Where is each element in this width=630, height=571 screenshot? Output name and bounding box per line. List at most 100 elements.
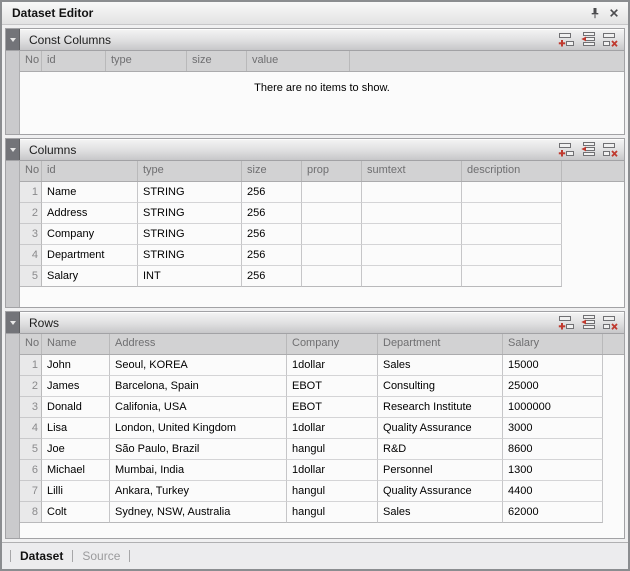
grid-cell[interactable]: Lilli: [42, 481, 110, 502]
grid-cell[interactable]: 15000: [503, 355, 603, 376]
grid-cell[interactable]: hangul: [287, 502, 378, 523]
grid-cell[interactable]: Michael: [42, 460, 110, 481]
grid-cell[interactable]: [362, 182, 462, 203]
row-number-cell[interactable]: 5: [20, 266, 42, 287]
grid-cell[interactable]: EBOT: [287, 397, 378, 418]
grid-cell[interactable]: 62000: [503, 502, 603, 523]
grid-cell[interactable]: Quality Assurance: [378, 481, 503, 502]
insert-row-icon[interactable]: [580, 32, 597, 47]
add-row-icon[interactable]: [558, 32, 575, 47]
delete-row-icon[interactable]: [602, 315, 619, 330]
grid-cell[interactable]: [462, 266, 562, 287]
grid-cell[interactable]: James: [42, 376, 110, 397]
grid-cell[interactable]: Joe: [42, 439, 110, 460]
grid-cell[interactable]: [462, 245, 562, 266]
grid-cell[interactable]: [302, 182, 362, 203]
grid-cell[interactable]: [462, 224, 562, 245]
grid-cell[interactable]: 256: [242, 182, 302, 203]
grid-cell[interactable]: John: [42, 355, 110, 376]
grid-cell[interactable]: Ankara, Turkey: [110, 481, 287, 502]
grid-cell[interactable]: Personnel: [378, 460, 503, 481]
grid-cell[interactable]: EBOT: [287, 376, 378, 397]
grid-cell[interactable]: Colt: [42, 502, 110, 523]
grid-cell[interactable]: [302, 224, 362, 245]
insert-row-icon[interactable]: [580, 142, 597, 157]
grid-cell[interactable]: [302, 203, 362, 224]
grid-cell[interactable]: Salary: [42, 266, 138, 287]
grid-cell[interactable]: Company: [42, 224, 138, 245]
insert-row-icon[interactable]: [580, 315, 597, 330]
grid-cell[interactable]: STRING: [138, 245, 242, 266]
row-number-cell[interactable]: 6: [20, 460, 42, 481]
grid-cell[interactable]: 8600: [503, 439, 603, 460]
grid-cell[interactable]: 256: [242, 245, 302, 266]
grid-cell[interactable]: [302, 266, 362, 287]
grid-cell[interactable]: 1000000: [503, 397, 603, 418]
row-number-cell[interactable]: 1: [20, 355, 42, 376]
grid-cell[interactable]: Barcelona, Spain: [110, 376, 287, 397]
grid-cell[interactable]: Donald: [42, 397, 110, 418]
add-row-icon[interactable]: [558, 315, 575, 330]
grid-cell[interactable]: Name: [42, 182, 138, 203]
grid-cell[interactable]: 256: [242, 203, 302, 224]
grid-cell[interactable]: [462, 182, 562, 203]
row-number-cell[interactable]: 4: [20, 245, 42, 266]
grid-cell[interactable]: 3000: [503, 418, 603, 439]
grid-cell[interactable]: R&D: [378, 439, 503, 460]
row-number-cell[interactable]: 3: [20, 224, 42, 245]
row-number-cell[interactable]: 3: [20, 397, 42, 418]
grid-cell[interactable]: Lisa: [42, 418, 110, 439]
grid-cell[interactable]: São Paulo, Brazil: [110, 439, 287, 460]
grid-cell[interactable]: Sales: [378, 502, 503, 523]
grid-cell[interactable]: [462, 203, 562, 224]
grid-cell[interactable]: 256: [242, 224, 302, 245]
grid-cell[interactable]: [362, 203, 462, 224]
grid-cell[interactable]: 25000: [503, 376, 603, 397]
grid-cell[interactable]: [302, 245, 362, 266]
row-number-cell[interactable]: 4: [20, 418, 42, 439]
grid-cell[interactable]: Consulting: [378, 376, 503, 397]
grid-cell[interactable]: STRING: [138, 203, 242, 224]
row-number-cell[interactable]: 5: [20, 439, 42, 460]
grid-cell[interactable]: 1300: [503, 460, 603, 481]
delete-row-icon[interactable]: [602, 142, 619, 157]
row-number-cell[interactable]: 7: [20, 481, 42, 502]
grid-cell[interactable]: Califonia, USA: [110, 397, 287, 418]
grid-cell[interactable]: Address: [42, 203, 138, 224]
grid-cell[interactable]: Quality Assurance: [378, 418, 503, 439]
row-number-cell[interactable]: 8: [20, 502, 42, 523]
tab-source[interactable]: Source: [73, 549, 129, 563]
collapse-button[interactable]: [6, 312, 20, 333]
column-header: value: [247, 51, 350, 71]
grid-cell[interactable]: Sales: [378, 355, 503, 376]
grid-cell[interactable]: 4400: [503, 481, 603, 502]
collapse-button[interactable]: [6, 29, 20, 50]
grid-cell[interactable]: hangul: [287, 439, 378, 460]
grid-cell[interactable]: 256: [242, 266, 302, 287]
tab-dataset[interactable]: Dataset: [11, 549, 72, 563]
grid-cell[interactable]: London, United Kingdom: [110, 418, 287, 439]
grid-cell[interactable]: hangul: [287, 481, 378, 502]
close-icon[interactable]: [606, 5, 622, 21]
grid-cell[interactable]: 1dollar: [287, 418, 378, 439]
row-number-cell[interactable]: 1: [20, 182, 42, 203]
grid-cell[interactable]: [362, 266, 462, 287]
grid-cell[interactable]: Seoul, KOREA: [110, 355, 287, 376]
grid-cell[interactable]: [362, 245, 462, 266]
row-number-cell[interactable]: 2: [20, 376, 42, 397]
grid-cell[interactable]: STRING: [138, 224, 242, 245]
grid-cell[interactable]: Research Institute: [378, 397, 503, 418]
pin-icon[interactable]: [587, 5, 603, 21]
collapse-button[interactable]: [6, 139, 20, 160]
grid-cell[interactable]: STRING: [138, 182, 242, 203]
add-row-icon[interactable]: [558, 142, 575, 157]
grid-cell[interactable]: Sydney, NSW, Australia: [110, 502, 287, 523]
grid-cell[interactable]: Mumbai, India: [110, 460, 287, 481]
grid-cell[interactable]: 1dollar: [287, 355, 378, 376]
grid-cell[interactable]: 1dollar: [287, 460, 378, 481]
grid-cell[interactable]: [362, 224, 462, 245]
grid-cell[interactable]: Department: [42, 245, 138, 266]
row-number-cell[interactable]: 2: [20, 203, 42, 224]
grid-cell[interactable]: INT: [138, 266, 242, 287]
delete-row-icon[interactable]: [602, 32, 619, 47]
